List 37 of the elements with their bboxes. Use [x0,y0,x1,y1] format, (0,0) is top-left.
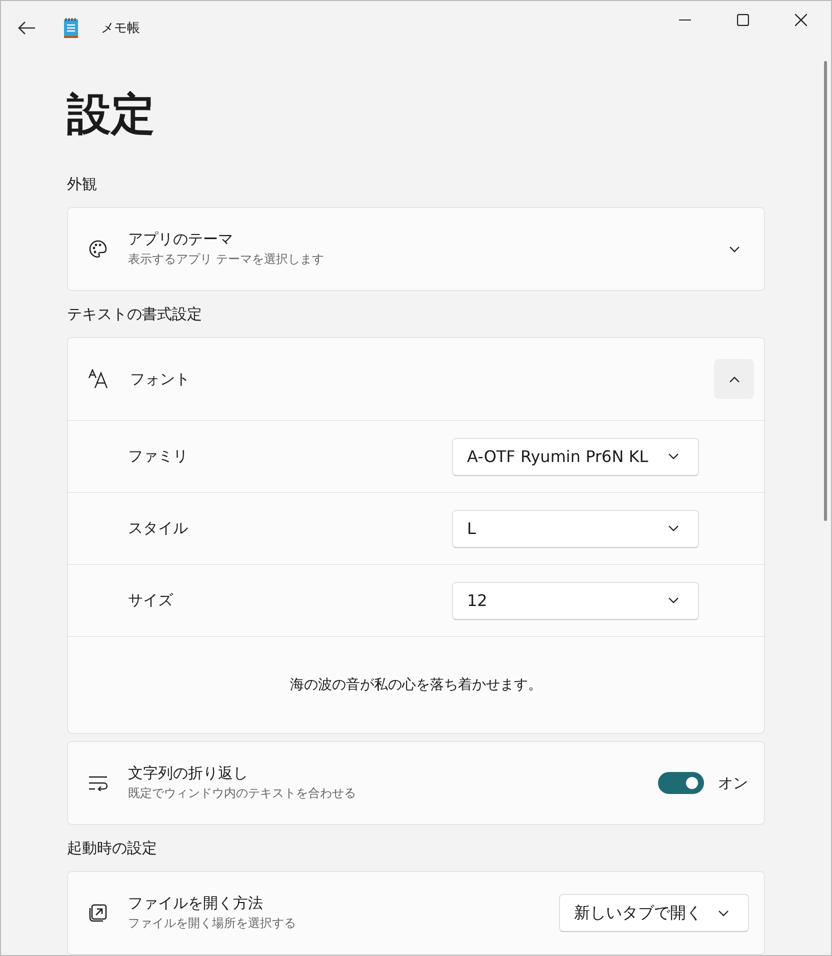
setting-label: サイズ [128,591,174,610]
close-icon[interactable] [795,14,807,26]
setting-description: 既定でウィンドウ内のテキストを合わせる [128,785,357,802]
dropdown[interactable]: L [452,510,699,548]
scrollbar[interactable] [824,61,827,521]
chevron-icon [718,910,729,917]
chevron-icon [728,376,740,383]
chevron-icon [668,597,679,604]
open-window-icon [88,903,108,924]
app-title: メモ帳 [101,20,140,37]
dropdown[interactable]: 12 [452,582,699,620]
font-preview: 海の波の音が私の心を落ち着かせます。 [290,676,542,694]
setting-label: ファミリ [128,447,189,466]
setting-title: フォント [130,370,191,389]
toggle-switch[interactable] [658,772,704,794]
text-wrap-icon [88,775,108,792]
notepad-icon [63,17,79,39]
setting-title: ファイルを開く方法 [128,894,264,914]
palette-icon [88,239,108,260]
setting-label: スタイル [128,519,189,538]
maximize-icon[interactable] [737,14,749,26]
setting-description: 表示するアプリ テーマを選択します [128,251,325,268]
section-title: 起動時の設定 [67,839,158,858]
section-title: 外観 [67,175,98,194]
dropdown[interactable]: A-OTF Ryumin Pr6N KL [452,438,699,476]
setting-title: 文字列の折り返し [128,764,249,784]
toggle-state: オン [718,774,748,793]
dropdown[interactable]: 新しいタブで開く [559,894,749,932]
section-title: テキストの書式設定 [67,305,203,324]
back-icon[interactable] [18,21,36,35]
setting-title: アプリのテーマ [128,230,234,250]
page-heading: 設定 [67,91,156,140]
font-size-icon [88,369,110,390]
setting-description: ファイルを開く場所を選択する [128,915,297,932]
chevron-icon [668,525,679,532]
chevron-icon [668,453,679,460]
chevron-icon [728,246,740,253]
